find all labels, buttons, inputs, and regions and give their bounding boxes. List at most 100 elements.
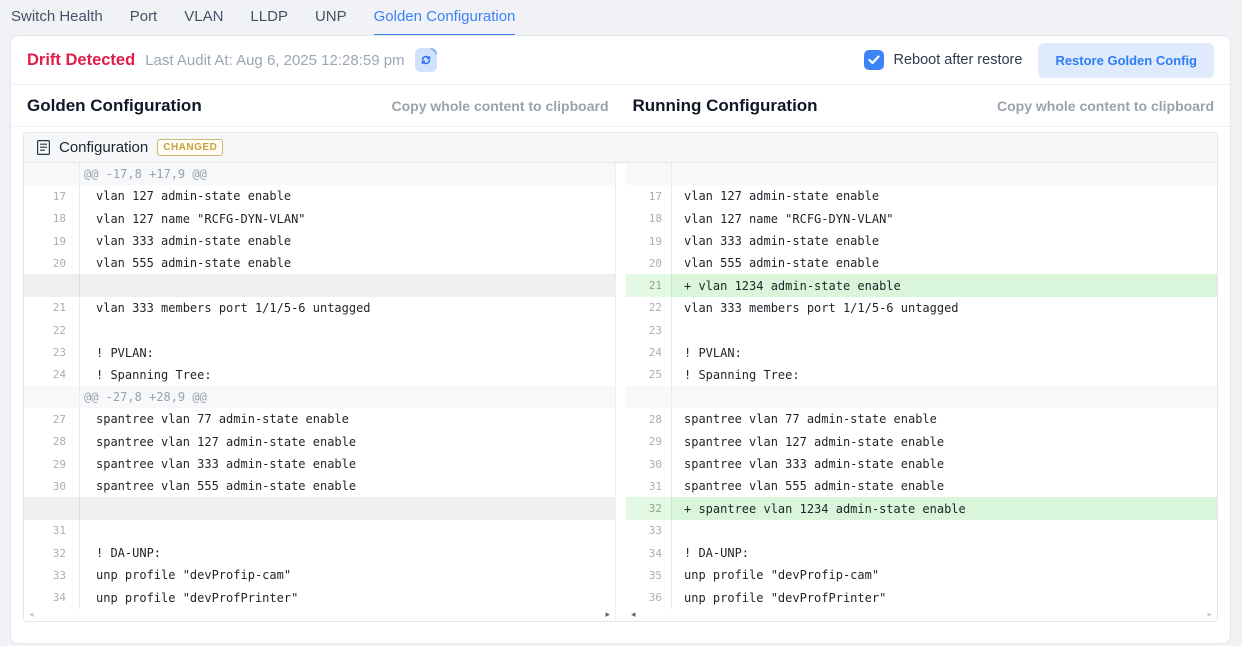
code-line: ! DA-UNP: <box>672 546 1217 560</box>
line-number: 30 <box>626 453 672 475</box>
diff-row-added: 32+ spantree vlan 1234 admin-state enabl… <box>626 497 1217 519</box>
diff-row-code: 24! PVLAN: <box>626 341 1217 363</box>
diff-row-code: 36unp profile "devProfPrinter" <box>626 587 1217 609</box>
running-pane-horizontal-scrollbar[interactable]: ◂ ▸ <box>626 609 1217 621</box>
code-line: spantree vlan 127 admin-state enable <box>80 435 615 449</box>
reboot-after-restore-checkbox[interactable] <box>864 50 884 70</box>
code-line: ! Spanning Tree: <box>672 368 1217 382</box>
code-line: spantree vlan 333 admin-state enable <box>672 457 1217 471</box>
diff-row-code: 20vlan 555 admin-state enable <box>24 252 615 274</box>
config-section-headers: Golden Configuration Copy whole content … <box>11 85 1230 127</box>
line-number: 28 <box>626 408 672 430</box>
diff-row-code: 34! DA-UNP: <box>626 542 1217 564</box>
tab-bar: Switch Health Port VLAN LLDP UNP Golden Confi… <box>0 0 1242 36</box>
check-icon <box>868 55 880 65</box>
line-number: 28 <box>24 431 80 453</box>
tab-golden-configuration[interactable]: Golden Configuration <box>374 8 516 36</box>
code-line: vlan 333 members port 1/1/5-6 untagged <box>672 301 1217 315</box>
tab-switch-health[interactable]: Switch Health <box>11 8 103 36</box>
code-line: + vlan 1234 admin-state enable <box>672 279 1217 293</box>
diff-row-code: 18vlan 127 name "RCFG-DYN-VLAN" <box>24 208 615 230</box>
code-line: unp profile "devProfip-cam" <box>80 568 615 582</box>
scroll-left-arrow-icon[interactable]: ◂ <box>631 610 636 619</box>
line-number: 33 <box>626 520 672 542</box>
code-line: spantree vlan 77 admin-state enable <box>672 412 1217 426</box>
line-number: 33 <box>24 564 80 586</box>
line-number: 23 <box>24 341 80 363</box>
line-number: 20 <box>24 252 80 274</box>
golden-pane-horizontal-scrollbar[interactable]: ◂ ▸ <box>24 609 615 621</box>
line-number: 31 <box>24 520 80 542</box>
diff-row-code: 21vlan 333 members port 1/1/5-6 untagged <box>24 297 615 319</box>
configuration-file-bar: Configuration CHANGED <box>24 133 1217 163</box>
line-number: 24 <box>24 364 80 386</box>
diff-row-hunkpad <box>626 386 1217 408</box>
diff-row-empty <box>24 274 615 296</box>
running-configuration-title: Running Configuration <box>633 96 818 116</box>
golden-config-diff-pane: @@ -17,8 +17,9 @@17vlan 127 admin-state … <box>24 163 616 621</box>
last-audit-timestamp: Last Audit At: Aug 6, 2025 12:28:59 pm <box>145 52 404 69</box>
line-number: 34 <box>626 542 672 564</box>
code-line: vlan 333 admin-state enable <box>80 234 615 248</box>
audit-refresh-icon[interactable] <box>415 48 437 72</box>
line-number <box>24 497 80 519</box>
code-line: @@ -27,8 +28,9 @@ <box>80 390 615 404</box>
code-line: vlan 555 admin-state enable <box>672 256 1217 270</box>
reboot-after-restore-label: Reboot after restore <box>893 52 1022 68</box>
line-number: 31 <box>626 475 672 497</box>
line-number: 19 <box>626 230 672 252</box>
diff-row-code: 22vlan 333 members port 1/1/5-6 untagged <box>626 297 1217 319</box>
line-number: 35 <box>626 564 672 586</box>
scroll-right-arrow-icon[interactable]: ▸ <box>1207 610 1212 619</box>
tab-unp[interactable]: UNP <box>315 8 347 36</box>
tab-lldp[interactable]: LLDP <box>250 8 288 36</box>
diff-row-code: 20vlan 555 admin-state enable <box>626 252 1217 274</box>
line-number: 21 <box>626 274 672 296</box>
line-number: 20 <box>626 252 672 274</box>
code-line: + spantree vlan 1234 admin-state enable <box>672 502 1217 516</box>
diff-row-code: 35unp profile "devProfip-cam" <box>626 564 1217 586</box>
code-line: spantree vlan 77 admin-state enable <box>80 412 615 426</box>
tab-port[interactable]: Port <box>130 8 158 36</box>
code-line: spantree vlan 555 admin-state enable <box>80 479 615 493</box>
document-icon <box>37 140 50 155</box>
code-line: vlan 127 name "RCFG-DYN-VLAN" <box>672 212 1217 226</box>
golden-config-panel: Drift Detected Last Audit At: Aug 6, 202… <box>10 35 1231 644</box>
code-line: unp profile "devProfPrinter" <box>80 591 615 605</box>
diff-row-code: 18vlan 127 name "RCFG-DYN-VLAN" <box>626 208 1217 230</box>
line-number: 34 <box>24 587 80 609</box>
drift-status-label: Drift Detected <box>27 51 135 70</box>
diff-row-code: 30spantree vlan 333 admin-state enable <box>626 453 1217 475</box>
line-number: 30 <box>24 475 80 497</box>
diff-row-code: 29spantree vlan 127 admin-state enable <box>626 431 1217 453</box>
copy-golden-config-link[interactable]: Copy whole content to clipboard <box>392 98 609 114</box>
restore-golden-config-button[interactable]: Restore Golden Config <box>1038 43 1214 78</box>
code-line: spantree vlan 127 admin-state enable <box>672 435 1217 449</box>
diff-row-code: 30spantree vlan 555 admin-state enable <box>24 475 615 497</box>
golden-configuration-title: Golden Configuration <box>27 96 202 116</box>
line-number <box>24 163 80 185</box>
code-line: @@ -17,8 +17,9 @@ <box>80 167 615 181</box>
code-line: unp profile "devProfip-cam" <box>672 568 1217 582</box>
scroll-right-arrow-icon[interactable]: ▸ <box>605 610 610 619</box>
code-line: ! Spanning Tree: <box>80 368 615 382</box>
line-number: 27 <box>24 408 80 430</box>
line-number <box>626 163 672 185</box>
code-line: unp profile "devProfPrinter" <box>672 591 1217 605</box>
copy-running-config-link[interactable]: Copy whole content to clipboard <box>997 98 1214 114</box>
diff-row-code: 28spantree vlan 127 admin-state enable <box>24 431 615 453</box>
diff-row-code: 31spantree vlan 555 admin-state enable <box>626 475 1217 497</box>
diff-row-code: 29spantree vlan 333 admin-state enable <box>24 453 615 475</box>
line-number <box>24 386 80 408</box>
line-number: 32 <box>24 542 80 564</box>
code-line: ! PVLAN: <box>80 346 615 360</box>
running-config-diff-pane: 17vlan 127 admin-state enable18vlan 127 … <box>626 163 1217 621</box>
scroll-left-arrow-icon[interactable]: ◂ <box>29 610 34 619</box>
diff-row-code: 23 <box>626 319 1217 341</box>
line-number <box>24 274 80 296</box>
line-number <box>626 386 672 408</box>
line-number: 32 <box>626 497 672 519</box>
tab-vlan[interactable]: VLAN <box>184 8 223 36</box>
line-number: 22 <box>24 319 80 341</box>
code-line: vlan 127 admin-state enable <box>672 189 1217 203</box>
